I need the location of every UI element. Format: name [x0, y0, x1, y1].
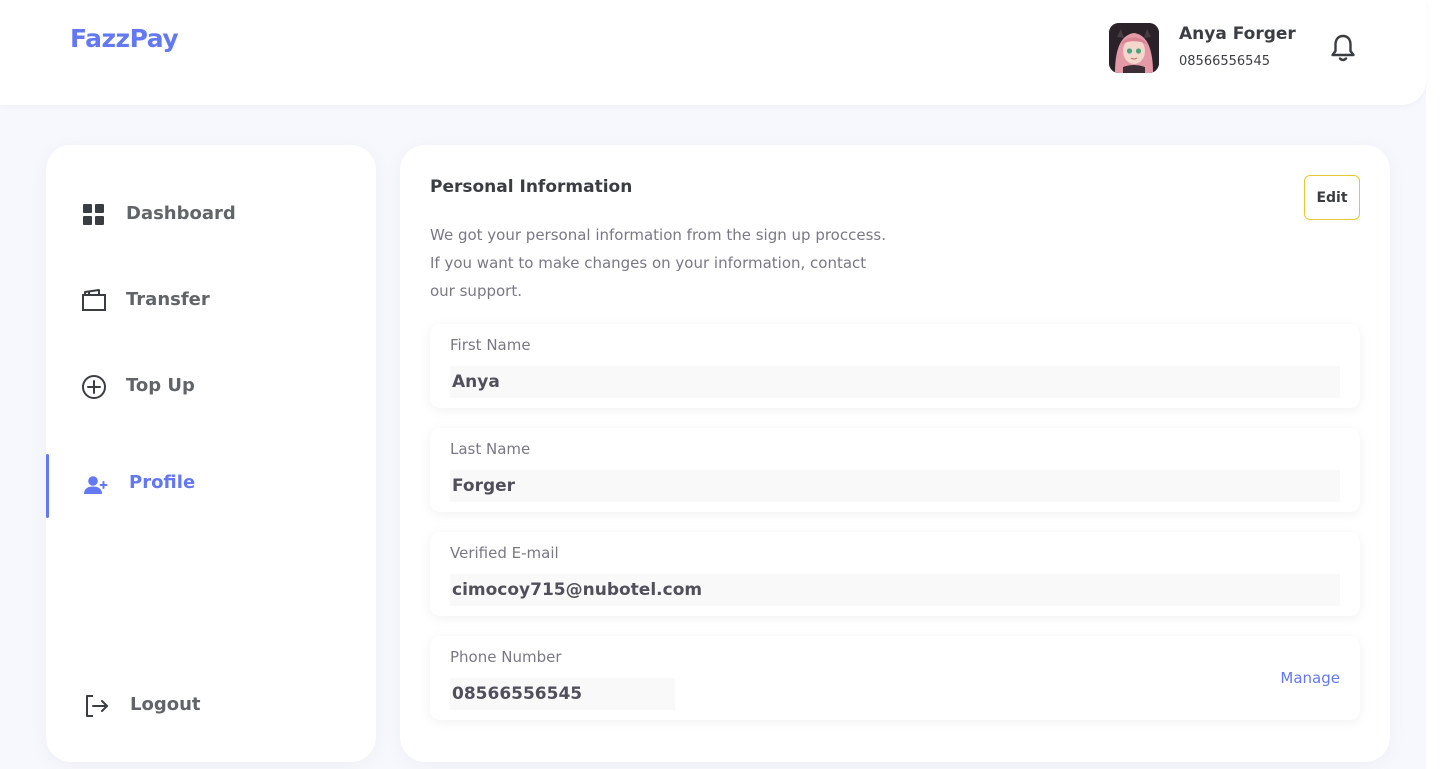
user-plus-icon — [83, 473, 109, 499]
edit-button[interactable]: Edit — [1304, 175, 1360, 220]
sidebar-item-label: Top Up — [126, 375, 195, 396]
personal-information-panel: Personal Information We got your persona… — [400, 145, 1390, 762]
sidebar-item-profile[interactable]: Profile — [46, 454, 376, 518]
avatar-image — [1109, 23, 1159, 73]
sidebar-item-label: Profile — [129, 472, 196, 493]
sidebar-item-dashboard[interactable]: Dashboard — [46, 182, 376, 246]
grid-icon — [81, 202, 107, 228]
first-name-field: First Name — [430, 324, 1360, 408]
sidebar: Dashboard Transfer Top Up Profile Logout — [46, 145, 376, 762]
page-edge — [1426, 0, 1448, 769]
active-indicator — [46, 454, 49, 518]
field-label: First Name — [450, 336, 531, 354]
field-label: Phone Number — [450, 648, 562, 666]
sidebar-item-top-up[interactable]: Top Up — [46, 354, 376, 418]
plus-circle-icon — [81, 374, 107, 400]
section-title: Personal Information — [430, 177, 633, 197]
logout-icon — [83, 693, 109, 719]
email-input[interactable] — [450, 574, 1340, 606]
top-bar: FazzPay Anya Forger 08566556545 — [0, 0, 1426, 105]
last-name-input[interactable] — [450, 470, 1340, 502]
first-name-input[interactable] — [450, 366, 1340, 398]
field-label: Verified E-mail — [450, 544, 559, 562]
brand-logo[interactable]: FazzPay — [70, 24, 179, 53]
section-description: We got your personal information from th… — [430, 226, 886, 300]
bell-icon[interactable] — [1329, 33, 1357, 63]
field-label: Last Name — [450, 440, 531, 458]
user-name: Anya Forger — [1179, 24, 1296, 44]
last-name-field: Last Name — [430, 428, 1360, 512]
phone-input[interactable] — [450, 678, 675, 710]
email-field: Verified E-mail — [430, 532, 1360, 616]
user-phone: 08566556545 — [1179, 54, 1270, 69]
sidebar-item-transfer[interactable]: Transfer — [46, 268, 376, 332]
avatar[interactable] — [1109, 23, 1159, 73]
sidebar-item-label: Transfer — [126, 289, 210, 310]
logout-label: Logout — [130, 694, 201, 715]
wallet-icon — [81, 288, 107, 314]
sidebar-item-label: Dashboard — [126, 203, 236, 224]
logout-button[interactable]: Logout — [46, 673, 376, 737]
phone-field: Phone Number Manage — [430, 636, 1360, 720]
manage-phone-link[interactable]: Manage — [1280, 669, 1340, 687]
